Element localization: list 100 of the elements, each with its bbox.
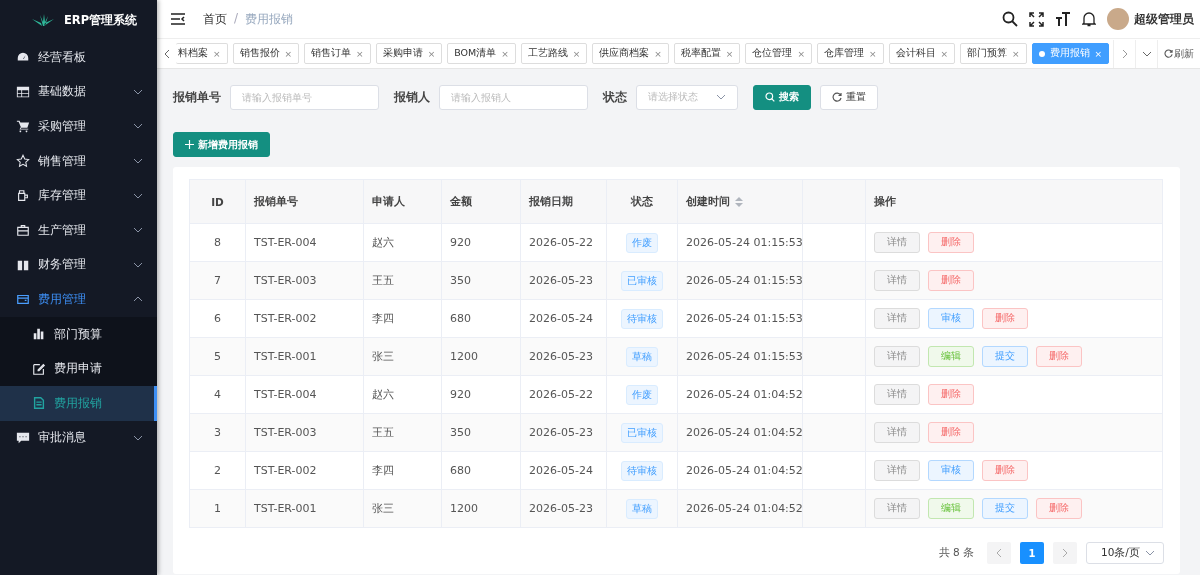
sidebar-item[interactable]: 财务管理 (0, 247, 157, 283)
close-tab-button[interactable]: × (501, 48, 509, 59)
delete-button[interactable]: 删除 (928, 270, 974, 291)
chat-icon (16, 430, 30, 445)
status-select[interactable]: 请选择状态 (636, 84, 738, 110)
sidebar-item[interactable]: 费用管理 (0, 282, 157, 317)
detail-button[interactable]: 详情 (874, 460, 920, 481)
detail-button[interactable]: 详情 (874, 498, 920, 519)
search-icon[interactable] (1002, 11, 1018, 27)
page-tab[interactable]: 会计科目 × (888, 43, 956, 64)
detail-button[interactable]: 详情 (874, 232, 920, 253)
close-tab-button[interactable]: × (940, 48, 949, 59)
breadcrumb-item[interactable]: 首页 (203, 10, 227, 28)
wallet-icon (16, 292, 30, 307)
add-button[interactable]: 新增费用报销 (173, 132, 270, 157)
table-cell: 李四 (372, 464, 394, 477)
bell-icon[interactable] (1082, 11, 1096, 27)
fullscreen-icon[interactable] (1029, 11, 1044, 27)
column-header: 报销单号 (254, 194, 298, 209)
close-tab-button[interactable]: × (1094, 48, 1103, 59)
page-tab[interactable]: BOM清单 × (447, 43, 516, 64)
delete-button[interactable]: 删除 (928, 422, 974, 443)
detail-button[interactable]: 详情 (874, 270, 920, 291)
sidebar-item[interactable]: 审批消息 (0, 420, 157, 456)
edit-icon (32, 361, 46, 376)
page-tab[interactable]: 销售订单 × (304, 43, 371, 64)
chevron-icon (716, 94, 726, 100)
sidebar-subitem[interactable]: 部门预算 (0, 316, 157, 352)
reset-button[interactable]: 重置 (820, 84, 878, 110)
table-cell: 5 (214, 350, 221, 363)
table-cell: 2026-05-22 (529, 388, 593, 401)
refresh-icon (1164, 49, 1173, 58)
close-tab-button[interactable]: × (868, 48, 877, 59)
sidebar-subitem[interactable]: 费用申请 (0, 351, 157, 386)
delete-button[interactable]: 删除 (928, 232, 974, 253)
input-field[interactable]: 请输入报销人 (439, 84, 588, 110)
detail-button[interactable]: 详情 (874, 308, 920, 329)
delete-button[interactable]: 删除 (1036, 498, 1082, 519)
sidebar-item[interactable]: 库存管理 (0, 178, 157, 213)
menu-fold-icon[interactable] (171, 13, 185, 25)
sidebar-item[interactable]: 经营看板 (0, 40, 157, 75)
chart-icon (32, 327, 46, 342)
chevron-icon (133, 227, 143, 234)
submit-button[interactable]: 提交 (982, 346, 1028, 367)
sidebar-item[interactable]: 销售管理 (0, 143, 157, 179)
font-size-icon[interactable] (1055, 12, 1071, 26)
detail-button[interactable]: 详情 (874, 422, 920, 443)
page-tab[interactable]: 仓位管理 × (745, 43, 812, 64)
page-tab[interactable]: 料档案 × (176, 43, 228, 64)
page-tab[interactable]: 税率配置 × (673, 43, 741, 64)
page-tab[interactable]: 仓库管理 × (816, 43, 884, 64)
table-cell: 李四 (372, 312, 394, 325)
close-tab-button[interactable]: × (213, 48, 221, 59)
sidebar-item[interactable]: 基础数据 (0, 74, 157, 110)
edit-button[interactable]: 编辑 (928, 346, 974, 367)
sort-icon[interactable] (735, 196, 743, 207)
user-name[interactable]: 超级管理员 (1134, 11, 1194, 27)
close-tab-button[interactable]: × (572, 48, 581, 59)
avatar[interactable] (1107, 8, 1129, 30)
column-header: 申请人 (372, 194, 405, 209)
grid-icon (16, 84, 30, 99)
search-button[interactable]: 搜索 (753, 84, 811, 110)
close-tab-button[interactable]: × (356, 48, 364, 59)
close-tab-button[interactable]: × (797, 48, 805, 59)
page-tab[interactable]: 采购申请 × (375, 43, 443, 64)
page-tab[interactable]: 费用报销 × (1031, 43, 1110, 64)
table-cell: 2026-05-24 (529, 464, 593, 477)
close-tab-button[interactable]: × (654, 48, 662, 59)
review-button[interactable]: 审核 (928, 308, 974, 329)
edit-button[interactable]: 编辑 (928, 498, 974, 519)
delete-button[interactable]: 删除 (928, 384, 974, 405)
page-tab[interactable]: 销售报价 × (232, 43, 300, 64)
close-tab-button[interactable]: × (284, 48, 293, 59)
page-tab[interactable]: 工艺路线 × (520, 43, 588, 64)
detail-button[interactable]: 详情 (874, 384, 920, 405)
page-tab[interactable]: 部门预算 × (960, 43, 1027, 64)
detail-button[interactable]: 详情 (874, 346, 920, 367)
table-cell: 赵六 (372, 236, 394, 249)
delete-button[interactable]: 删除 (1036, 346, 1082, 367)
table-cell: 2026-05-23 (529, 502, 593, 515)
sidebar-subitem[interactable]: 费用报销 (0, 385, 157, 421)
column-header[interactable]: 创建时间 (686, 194, 730, 209)
close-tab-button[interactable]: × (725, 48, 734, 59)
sidebar-item[interactable]: 采购管理 (0, 109, 157, 144)
sidebar-item[interactable]: 生产管理 (0, 212, 157, 248)
submit-button[interactable]: 提交 (982, 498, 1028, 519)
close-tab-button[interactable]: × (1012, 48, 1020, 59)
delete-button[interactable]: 删除 (982, 460, 1028, 481)
table-cell: 920 (450, 388, 471, 401)
column-header: 状态 (631, 194, 653, 209)
page-tab[interactable]: 供应商档案 × (592, 43, 669, 64)
table-cell: 2026-05-24 01:15:53 (686, 350, 803, 363)
page-button[interactable]: 1 (1020, 542, 1044, 564)
close-tab-button[interactable]: × (427, 48, 436, 59)
delete-button[interactable]: 删除 (982, 308, 1028, 329)
page-size-select[interactable]: 10条/页 (1086, 542, 1164, 564)
table-cell: 2026-05-22 (529, 236, 593, 249)
table-cell: TST-ER-001 (254, 502, 317, 515)
review-button[interactable]: 审核 (928, 460, 974, 481)
table-cell: 1200 (450, 350, 478, 363)
